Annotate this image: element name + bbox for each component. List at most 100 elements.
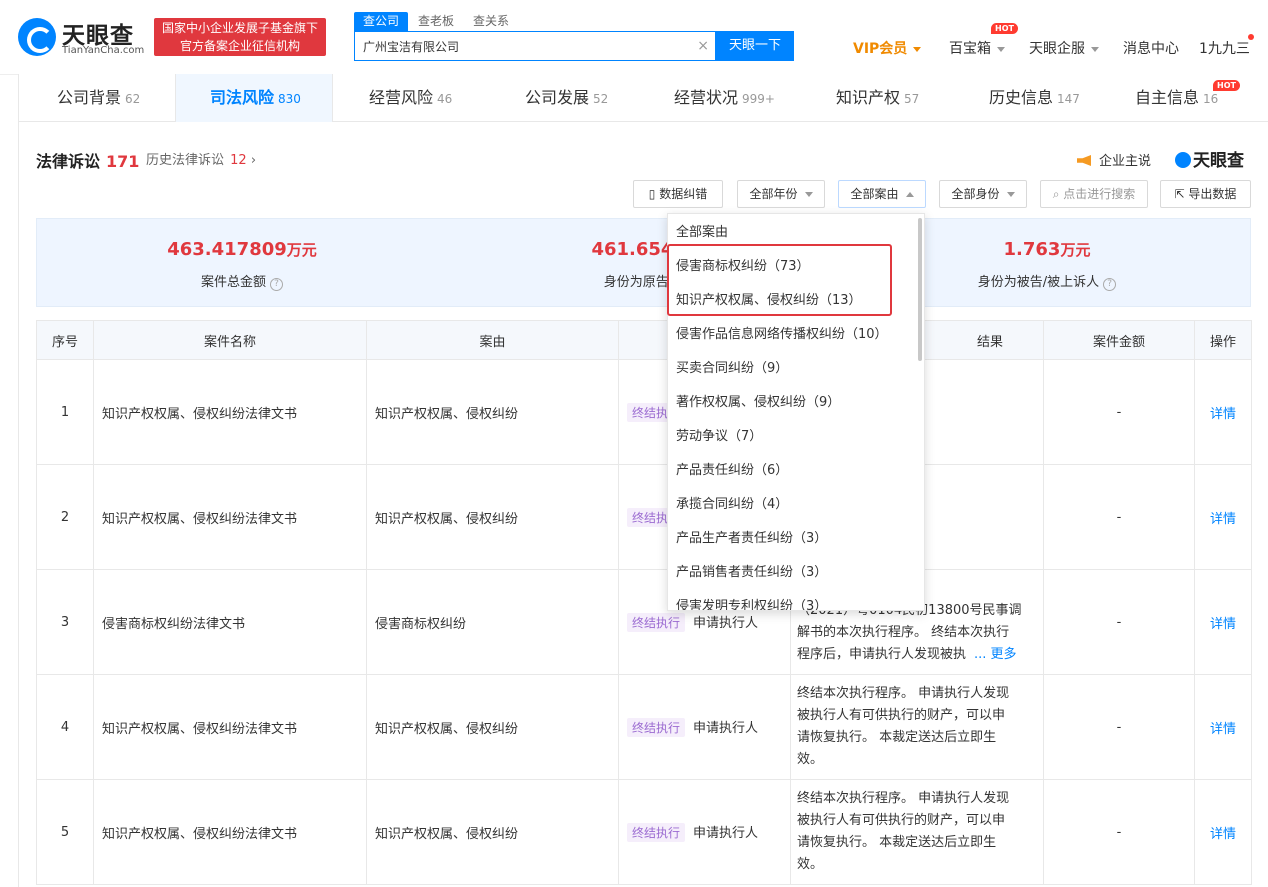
tab-count: 147 (1057, 92, 1080, 106)
table-row: 2知识产权权属、侵权纠纷法律文书知识产权权属、侵权纠纷终结执1执16908号案终… (36, 464, 1252, 570)
vip-menu[interactable]: VIP会员 (853, 38, 922, 58)
data-error-label: 数据纠错 (659, 187, 708, 201)
detail-link[interactable]: 详情 (1210, 827, 1236, 842)
role-filter[interactable]: 全部身份 (939, 180, 1027, 208)
dropdown-option[interactable]: 承揽合同纠纷（4） (676, 488, 788, 522)
dropdown-option[interactable]: 侵害作品信息网络传播权纠纷（10） (676, 318, 888, 352)
stat-number: 463.417809 (167, 239, 287, 260)
main-card: 公司背景 62 司法风险 830 经营风险 46 公司发展 52 经营状况 999+ 知识… (18, 74, 1268, 887)
tab-self-info[interactable]: 自主信息 16 (1135, 74, 1218, 122)
more-link[interactable]: ... 更多 (974, 647, 1017, 662)
col-header-action: 操作 (1194, 320, 1252, 360)
col-header-no: 序号 (36, 320, 94, 360)
search-input[interactable] (355, 32, 675, 60)
dropdown-option[interactable]: 买卖合同纠纷（9） (676, 352, 788, 386)
baibaoxiang-menu[interactable]: 百宝箱 (949, 38, 1005, 58)
chevron-down-icon (1091, 46, 1099, 52)
export-button[interactable]: ⇱ 导出数据 (1160, 180, 1251, 208)
cell-result: 终结本次执行程序。 申请执行人发现 被执行人有可供执行的财产，可以申 请恢复执行。 … (790, 674, 1044, 780)
export-icon: ⇱ (1174, 187, 1189, 201)
search-button[interactable]: 天眼一下 (716, 31, 794, 61)
document-icon: ▯ (648, 187, 660, 201)
role-text: 申请执行人 (693, 721, 759, 736)
tab-company-background[interactable]: 公司背景 62 (57, 74, 140, 122)
tab-label: 经营状况 (674, 88, 739, 107)
dropdown-option[interactable]: 侵害发明专利权纠纷（3） (676, 590, 827, 610)
search-tab-relation[interactable]: 查关系 (473, 12, 509, 31)
dropdown-option[interactable]: 劳动争议（7） (676, 420, 762, 454)
table-search-placeholder: 点击进行搜索 (1063, 187, 1136, 201)
stat-unit: 万元 (1060, 241, 1091, 259)
speaker-icon (1077, 155, 1091, 166)
detail-link[interactable]: 详情 (1210, 407, 1236, 422)
tab-company-development[interactable]: 公司发展 52 (525, 74, 608, 122)
cell-amount: - (1043, 674, 1195, 780)
dropdown-option[interactable]: 著作权权属、侵权纠纷（9） (676, 386, 840, 420)
tab-operating-status[interactable]: 经营状况 999+ (674, 74, 775, 122)
search-tab-company[interactable]: 查公司 (354, 12, 409, 31)
table-row: 4 知识产权权属、侵权纠纷法律文书 知识产权权属、侵权纠纷 终结执行 申请执行人 终结本次… (36, 674, 1252, 780)
tab-intellectual-property[interactable]: 知识产权 57 (836, 74, 919, 122)
cell-cause: 知识产权权属、侵权纠纷 (366, 464, 619, 570)
chevron-down-icon (913, 46, 922, 52)
section-title: 法律诉讼 171 (36, 148, 139, 172)
hot-badge: HOT (1213, 80, 1240, 91)
search-icon: ⌕ (1052, 187, 1064, 201)
cell-amount: - (1043, 569, 1195, 675)
badge-line-1: 国家中小企业发展子基金旗下 (161, 21, 318, 35)
cell-cause: 侵害商标权纠纷 (366, 569, 619, 675)
table-row: 5 知识产权权属、侵权纠纷法律文书 知识产权权属、侵权纠纷 终结执行 申请执行人 终结本次… (36, 779, 1252, 885)
qifu-menu[interactable]: 天眼企服 (1029, 38, 1099, 58)
eye-logo-icon (18, 18, 56, 56)
search-box: × (354, 31, 716, 61)
cell-result: 终结本次执行程序。 申请执行人发现 被执行人有可供执行的财产，可以申 请恢复执行。 … (790, 779, 1044, 885)
dropdown-scrollbar[interactable] (918, 218, 922, 361)
chevron-down-icon (997, 46, 1005, 52)
tab-business-risk[interactable]: 经营风险 46 (369, 74, 452, 122)
cell-no: 1 (36, 359, 94, 465)
detail-link[interactable]: 详情 (1210, 722, 1236, 737)
tab-label: 司法风险 (210, 88, 275, 107)
tab-history[interactable]: 历史信息 147 (989, 74, 1080, 122)
cell-status: 终结执行 申请执行人 (618, 779, 791, 885)
detail-link[interactable]: 详情 (1210, 617, 1236, 632)
year-filter[interactable]: 全部年份 (737, 180, 825, 208)
cell-status: 终结执行 申请执行人 (618, 674, 791, 780)
clear-icon[interactable]: × (697, 38, 709, 54)
stat-label: 案件总金额? (42, 271, 442, 291)
chevron-down-icon (804, 192, 813, 197)
tab-legal-risk[interactable]: 司法风险 830 (210, 74, 301, 122)
chevron-down-icon (1006, 192, 1015, 197)
user-menu[interactable]: 1九九三 (1199, 38, 1250, 58)
cell-no: 5 (36, 779, 94, 885)
search-tab-boss[interactable]: 查老板 (418, 12, 454, 31)
col-header-cause: 案由 (366, 320, 619, 360)
official-badge: 国家中小企业发展子基金旗下 官方备案企业征信机构 (154, 18, 326, 56)
col-header-name: 案件名称 (93, 320, 367, 360)
cell-name: 知识产权权属、侵权纠纷法律文书 (93, 359, 367, 465)
help-icon[interactable]: ? (270, 278, 283, 291)
notification-dot (1248, 34, 1254, 40)
export-label: 导出数据 (1188, 187, 1237, 201)
table-search[interactable]: ⌕ 点击进行搜索 (1040, 180, 1148, 208)
data-error-button[interactable]: ▯ 数据纠错 (633, 180, 723, 208)
tab-count: 999+ (742, 92, 775, 106)
stat-unit: 万元 (286, 241, 317, 259)
help-icon[interactable]: ? (1103, 278, 1117, 291)
chevron-up-icon (905, 192, 914, 197)
history-lawsuits-link[interactable]: 历史法律诉讼 12 › (146, 149, 256, 168)
tianyancha-logo[interactable]: 天眼查 TianYanCha.com (18, 16, 144, 60)
company-says-link[interactable]: 企业主说 (1077, 150, 1151, 169)
vip-label: VIP会员 (853, 41, 908, 57)
cell-amount: - (1043, 779, 1195, 885)
qifu-label: 天眼企服 (1029, 41, 1085, 57)
stat-number: 1.763 (1003, 239, 1061, 260)
cause-filter[interactable]: 全部案由 (838, 180, 926, 208)
tab-count: 46 (437, 92, 453, 106)
dropdown-option[interactable]: 产品责任纠纷（6） (676, 454, 788, 488)
message-center[interactable]: 消息中心 (1123, 38, 1179, 58)
dropdown-option[interactable]: 产品销售者责任纠纷（3） (676, 556, 827, 590)
dropdown-option[interactable]: 产品生产者责任纠纷（3） (676, 522, 827, 556)
status-tag: 终结执行 (627, 823, 686, 842)
detail-link[interactable]: 详情 (1210, 512, 1236, 527)
